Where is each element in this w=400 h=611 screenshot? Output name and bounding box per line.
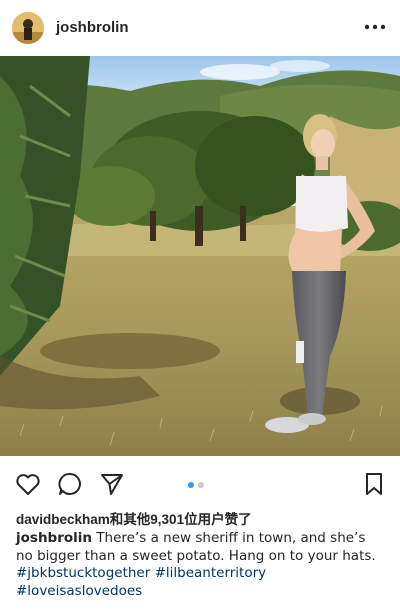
likes-count[interactable]: davidbeckham和其他9,301位用户赞了 <box>16 508 252 528</box>
heart-icon[interactable] <box>14 470 42 498</box>
send-icon[interactable] <box>98 470 126 498</box>
carousel-dot-active <box>188 482 194 488</box>
hashtag-link[interactable]: #jbkbstucktogether <box>16 565 150 581</box>
carousel-indicator <box>188 482 204 488</box>
hashtag-link[interactable]: #lilbeanterritory <box>155 565 267 581</box>
hashtag-link[interactable]: #loveisaslovedoes <box>16 583 142 599</box>
caption-username[interactable]: joshbrolin <box>16 530 92 546</box>
bookmark-icon[interactable] <box>360 470 388 498</box>
more-horizontal-icon[interactable] <box>362 14 388 40</box>
post-username[interactable]: joshbrolin <box>56 19 129 36</box>
avatar[interactable] <box>12 12 44 44</box>
post-photo[interactable] <box>0 56 400 456</box>
carousel-dot <box>198 482 204 488</box>
post-header: joshbrolin <box>0 0 400 56</box>
comment-icon[interactable] <box>56 470 84 498</box>
post-caption: joshbrolin There’s a new sheriff in town… <box>16 530 386 600</box>
caption-hashtags: #jbkbstucktogether #lilbeanterritory #lo… <box>16 565 386 600</box>
